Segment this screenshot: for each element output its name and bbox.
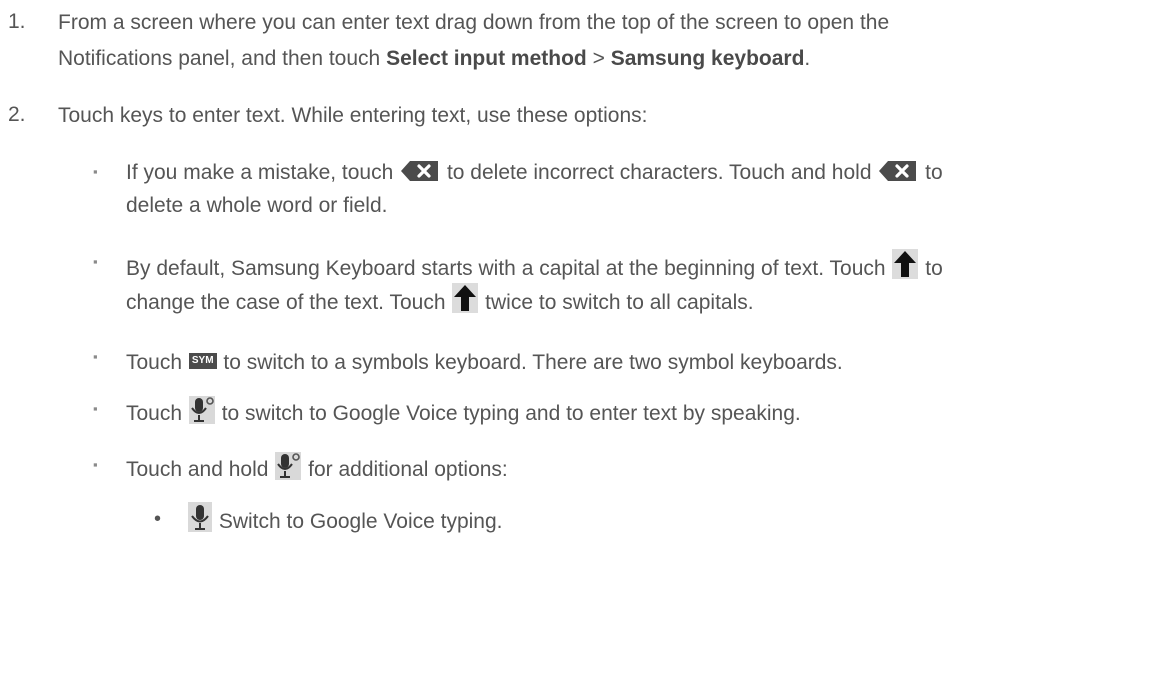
microphone-icon bbox=[188, 502, 212, 532]
bullet-text: Touch and hold bbox=[126, 458, 275, 481]
bullet-marker: ▪ bbox=[93, 457, 98, 472]
samsung-keyboard-label: Samsung keyboard bbox=[610, 47, 805, 70]
bullet-text: to bbox=[919, 257, 943, 280]
microphone-settings-icon bbox=[188, 396, 215, 424]
period: . bbox=[804, 47, 811, 70]
step-2-line-1: Touch keys to enter text. While entering… bbox=[58, 104, 648, 127]
sub-bullet-1-line-1: Switch to Google Voice typing. bbox=[187, 502, 503, 535]
bullet-text: change the case of the text. Touch bbox=[126, 291, 452, 314]
sym-key-icon: SYM bbox=[188, 344, 217, 370]
bullet-marker: ▪ bbox=[93, 254, 98, 269]
bullet-text: twice to switch to all capitals. bbox=[479, 291, 754, 314]
bullet-marker: ▪ bbox=[93, 349, 98, 364]
separator: > bbox=[586, 47, 611, 70]
bullet-text: to bbox=[919, 161, 943, 184]
bullet-1-line-1: If you make a mistake, touch to delete i… bbox=[126, 159, 943, 186]
step-number: 1. bbox=[8, 10, 26, 33]
shift-arrow-icon bbox=[892, 249, 919, 279]
select-input-method-label: Select input method bbox=[386, 47, 587, 70]
bullet-marker: ▪ bbox=[93, 401, 98, 416]
step-1-line-2: Notifications panel, and then touch Sele… bbox=[58, 46, 810, 72]
backspace-icon bbox=[400, 159, 440, 183]
bullet-4-line-1: Touch to switch to Google Voice typing a… bbox=[126, 396, 801, 427]
backspace-icon bbox=[878, 159, 918, 183]
bullet-text: to switch to a symbols keyboard. There a… bbox=[217, 351, 843, 374]
bullet-text: to switch to Google Voice typing and to … bbox=[215, 402, 801, 425]
bullet-marker: ▪ bbox=[93, 164, 98, 179]
bullet-5-line-1: Touch and hold for additional options: bbox=[126, 452, 508, 483]
bullet-text: If you make a mistake, touch bbox=[126, 161, 400, 184]
sub-bullet-text: Switch to Google Voice typing. bbox=[213, 510, 503, 533]
bullet-3-line-1: Touch SYM to switch to a symbols keyboar… bbox=[126, 344, 843, 376]
step-number: 2. bbox=[8, 103, 26, 126]
step-1-line-1: From a screen where you can enter text d… bbox=[58, 11, 890, 34]
bullet-text: Touch bbox=[126, 402, 188, 425]
sym-key-label: SYM bbox=[188, 353, 217, 369]
microphone-settings-icon bbox=[275, 452, 302, 480]
bullet-2-line-1: By default, Samsung Keyboard starts with… bbox=[126, 249, 943, 282]
bullet-text: Touch bbox=[126, 351, 188, 374]
shift-arrow-icon bbox=[452, 283, 479, 313]
step-1-text: Notifications panel, and then touch bbox=[58, 47, 387, 70]
bullet-2-line-2: change the case of the text. Touch twice… bbox=[126, 283, 754, 316]
bullet-text: to delete incorrect characters. Touch an… bbox=[441, 161, 878, 184]
sub-bullet-marker: • bbox=[154, 508, 162, 530]
bullet-1-line-2: delete a whole word or field. bbox=[126, 194, 388, 217]
bullet-text: By default, Samsung Keyboard starts with… bbox=[126, 257, 892, 280]
bullet-text: for additional options: bbox=[302, 458, 508, 481]
